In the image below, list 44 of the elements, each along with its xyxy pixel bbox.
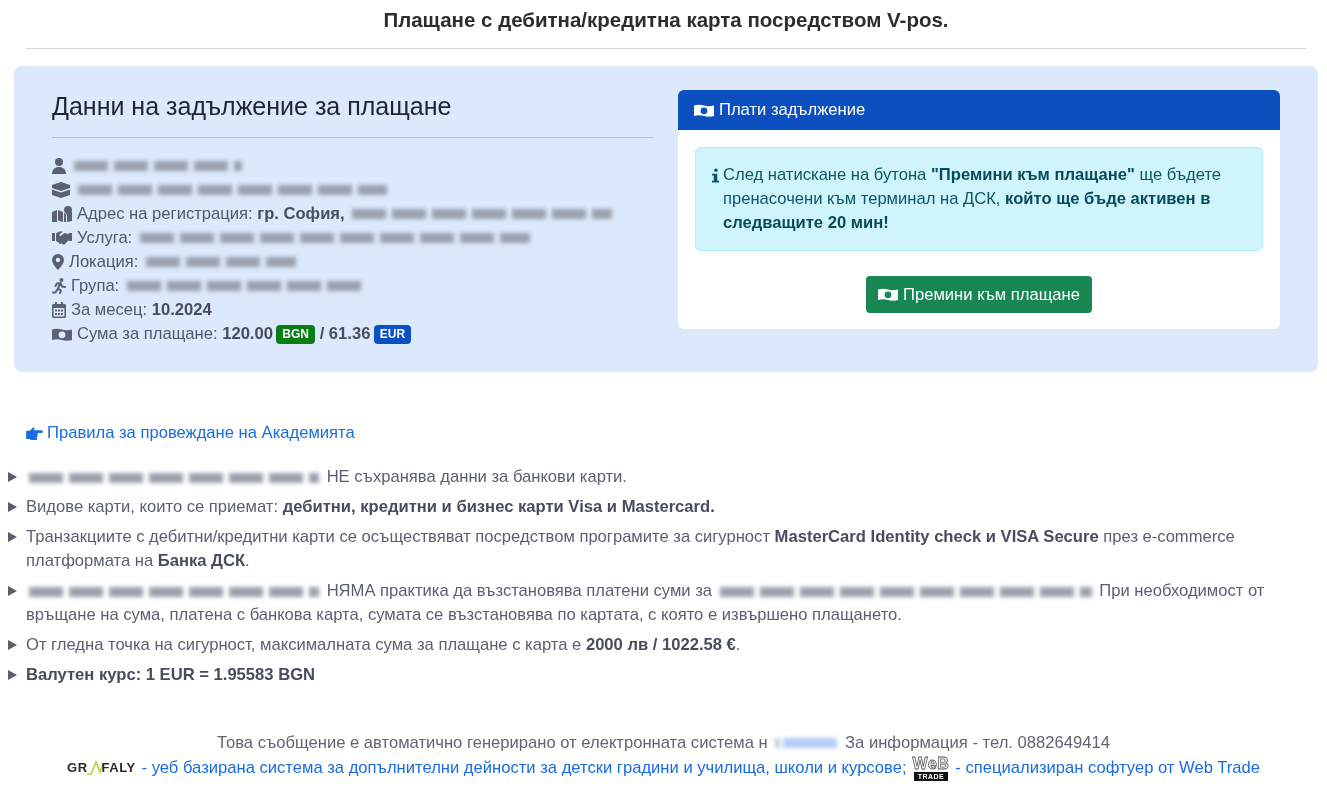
calendar-icon bbox=[52, 302, 66, 318]
rule-text: НЯМА практика да възстановява платени суми за При необходимост от връщане на сума, платена с банкова карта, сумата се възстановява по картата, с която е извършено плащането. bbox=[26, 580, 1266, 626]
footer-link[interactable]: - уеб базирана система за допълнителни дейности за детски градини и училища, школи и курсове; bbox=[141, 756, 907, 780]
cube-icon bbox=[52, 182, 70, 198]
bullet-icon bbox=[8, 640, 17, 650]
user-icon bbox=[52, 158, 66, 174]
detail-text: Група: bbox=[71, 276, 120, 296]
bullet-icon bbox=[8, 472, 17, 482]
map-icon bbox=[52, 206, 72, 222]
rule-text: Видове карти, които се приемат: дебитни, кредитни и бизнес карти Visa и Mastercard. bbox=[26, 496, 715, 518]
currency-badge: EUR bbox=[373, 324, 412, 344]
detail-text: Локация: bbox=[69, 252, 139, 272]
info-icon bbox=[712, 168, 719, 183]
detail-text: Сума за плащане: 120.00 bbox=[77, 324, 273, 344]
panel-heading: Данни на задължение за плащане bbox=[52, 90, 654, 138]
detail-text: За месец: 10.2024 bbox=[71, 300, 212, 320]
rule-text: От гледна точка на сигурност, максималната сума за плащане с карта е 2000 лв / 1022.58 €. bbox=[26, 634, 741, 656]
detail-text: Адрес на регистрация: гр. София, bbox=[77, 204, 345, 224]
bullet-icon bbox=[8, 502, 17, 512]
bullet-icon bbox=[8, 670, 17, 680]
location-pin-icon bbox=[52, 254, 64, 270]
banknote-icon bbox=[52, 327, 72, 341]
alert-text: След натискане на бутона "Премини към плащане" ще бъдете пренасочени към терминал на ДСК, който ще бъде активен в следващите 20 мин! bbox=[723, 164, 1223, 234]
footer-text: Това съобщение е автоматично генерирано от електронната система н bbox=[217, 732, 768, 754]
running-person-icon bbox=[52, 278, 66, 294]
detail-text: Услуга: bbox=[77, 228, 133, 248]
rule-text: НЕ съхранява данни за банкови карти. bbox=[26, 465, 627, 489]
proceed-to-payment-button[interactable]: Премини към плащане bbox=[866, 276, 1092, 313]
banknote-icon bbox=[878, 288, 899, 301]
page-title: Плащане с дебитна/кредитна карта посредством V-pos. bbox=[382, 7, 950, 32]
rules-link[interactable]: Правила за провеждане на Академията bbox=[26, 421, 355, 445]
card-title: Плати задължение bbox=[719, 100, 866, 120]
footer-text: За информация - тел. 0882649414 bbox=[845, 732, 1110, 754]
bullet-icon bbox=[8, 586, 17, 596]
rule-text: Валутен курс: 1 EUR = 1.95583 BGN bbox=[26, 664, 316, 686]
bullet-icon bbox=[8, 532, 17, 542]
detail-text: / 61.36 bbox=[319, 324, 371, 344]
banknote-icon bbox=[694, 103, 714, 117]
currency-badge: BGN bbox=[276, 324, 315, 344]
logo: GR FALY bbox=[67, 759, 136, 777]
footer-link[interactable]: - специализиран софтуер от Web Trade bbox=[955, 756, 1260, 780]
pointing-hand-icon bbox=[26, 426, 43, 440]
handshake-icon bbox=[52, 231, 72, 245]
rule-text: Транзакциите с дебитни/кредитни карти се осъществяват посредством програмите за сигурност MasterCard Identity check и VISA Secure през e-commerce платформата на Банка ДСК. bbox=[26, 526, 1236, 572]
